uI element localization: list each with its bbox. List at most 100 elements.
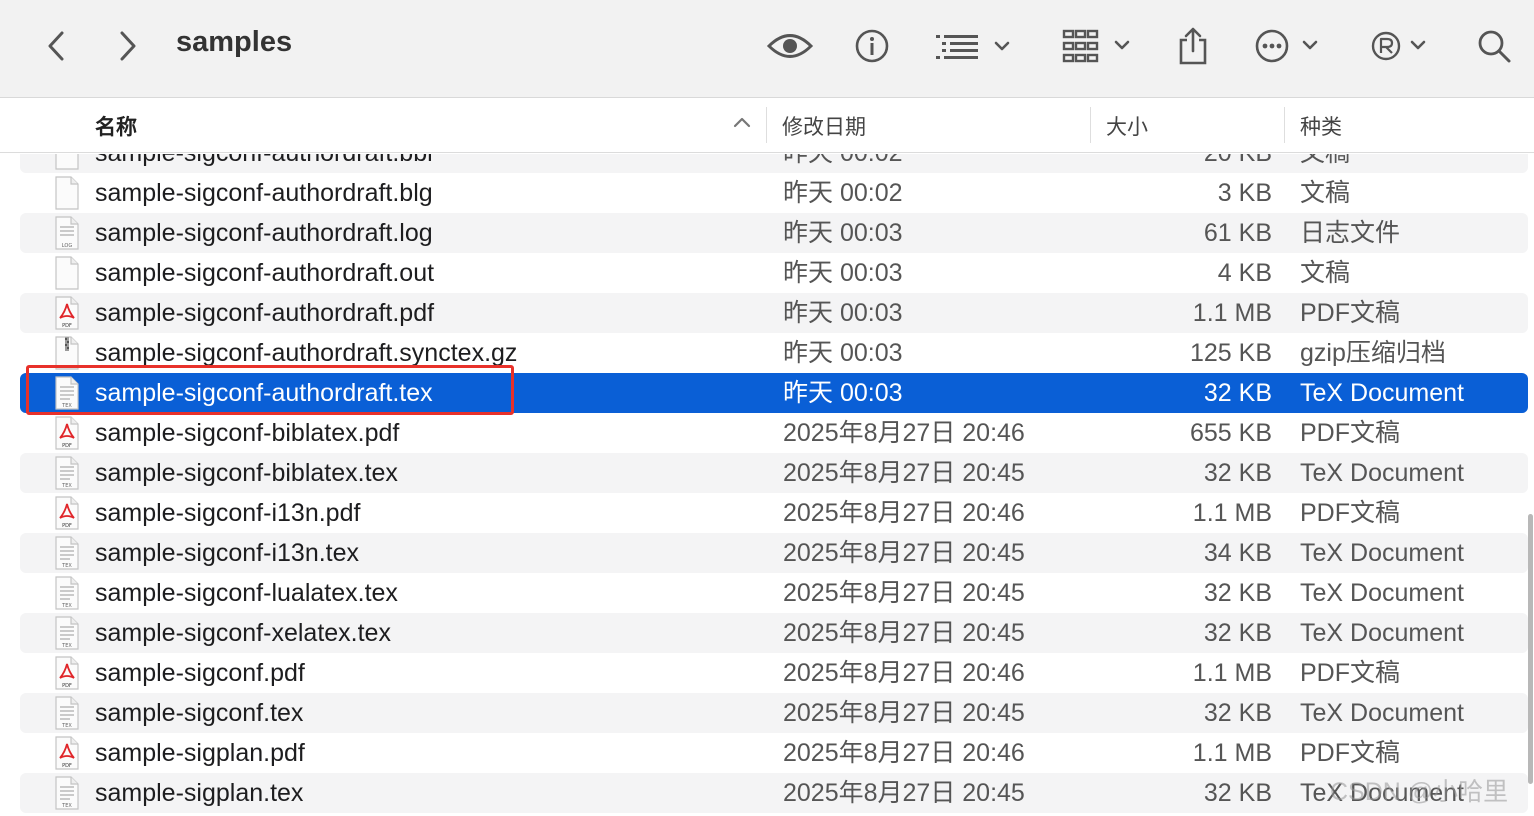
file-kind: PDF文稿 — [1300, 299, 1401, 327]
file-size: 32 KB — [1203, 619, 1272, 647]
file-row[interactable]: TEX sample-sigconf.tex 2025年8月27日 20:45 32 … — [20, 693, 1528, 733]
file-row[interactable]: TEX sample-sigconf-i13n.tex 2025年8月27日 20:… — [20, 533, 1528, 573]
svg-text:TEX: TEX — [61, 803, 72, 809]
file-size: 61 KB — [1203, 219, 1272, 247]
svg-text:LOG: LOG — [62, 243, 73, 249]
column-header-size[interactable]: 大小 — [1106, 111, 1148, 141]
pdf-file-icon: PDF — [54, 416, 80, 450]
svg-text:TEX: TEX — [61, 643, 72, 649]
back-chevron-icon[interactable] — [38, 20, 74, 72]
list-view-icon[interactable] — [934, 20, 1016, 72]
file-date: 2025年8月27日 20:45 — [783, 459, 1025, 487]
file-row[interactable]: sample-sigconf-authordraft.out 昨天 00:03 4 … — [20, 253, 1528, 293]
file-name: sample-sigconf-xelatex.tex — [95, 619, 391, 647]
file-name: sample-sigconf-authordraft.pdf — [95, 299, 435, 327]
file-row[interactable]: TEX sample-sigconf-biblatex.tex 2025年8月27日… — [20, 453, 1528, 493]
file-kind: 日志文件 — [1300, 219, 1401, 247]
svg-text:PDF: PDF — [62, 323, 72, 329]
file-name: sample-sigconf-authordraft.log — [95, 219, 433, 247]
file-name: sample-sigconf-biblatex.pdf — [95, 419, 400, 447]
column-header: 名称 修改日期 大小 种类 — [0, 99, 1534, 153]
doc-file-icon — [54, 176, 80, 210]
file-kind: gzip压缩归档 — [1300, 339, 1446, 367]
doc-file-icon — [54, 256, 80, 290]
file-name: sample-sigconf-authordraft.bbl — [95, 154, 433, 169]
file-kind: TeX Document — [1300, 619, 1464, 647]
grid-view-icon[interactable] — [1060, 20, 1136, 72]
file-name: sample-sigconf-i13n.pdf — [95, 499, 361, 527]
file-size: 32 KB — [1203, 779, 1272, 807]
file-kind: TeX Document — [1300, 779, 1464, 807]
tex-file-icon: TEX — [54, 616, 80, 650]
file-name: sample-sigplan.tex — [95, 779, 304, 807]
file-row[interactable]: sample-sigconf-authordraft.blg 昨天 00:02 3 … — [20, 173, 1528, 213]
file-date: 昨天 00:03 — [783, 299, 903, 327]
file-row[interactable]: sample-sigconf-authordraft.bbl 昨天 00:02 20… — [20, 154, 1528, 173]
file-row[interactable]: LOG sample-sigconf-authordraft.log 昨天 00:0… — [20, 213, 1528, 253]
sort-ascending-icon[interactable] — [733, 115, 751, 134]
file-date: 2025年8月27日 20:45 — [783, 619, 1025, 647]
svg-text:TEX: TEX — [61, 403, 72, 409]
file-date: 昨天 00:02 — [783, 179, 903, 207]
file-row[interactable]: sample-sigconf-authordraft.synctex.gz 昨天 … — [20, 333, 1528, 373]
tag-icon[interactable] — [1368, 20, 1434, 72]
file-size: 4 KB — [1217, 259, 1272, 287]
svg-text:PDF: PDF — [62, 523, 72, 529]
share-icon[interactable] — [1174, 20, 1212, 72]
file-size: 34 KB — [1203, 539, 1272, 567]
file-name: sample-sigconf.tex — [95, 699, 304, 727]
file-size: 32 KB — [1203, 379, 1272, 407]
file-kind: TeX Document — [1300, 459, 1464, 487]
file-row[interactable]: PDF sample-sigconf-authordraft.pdf 昨天 00:0… — [20, 293, 1528, 333]
tex-file-icon: TEX — [54, 776, 80, 810]
pdf-file-icon: PDF — [54, 296, 80, 330]
forward-chevron-icon[interactable] — [110, 20, 146, 72]
file-kind: PDF文稿 — [1300, 739, 1401, 767]
file-name: sample-sigplan.pdf — [95, 739, 305, 767]
column-header-name[interactable]: 名称 — [95, 111, 137, 141]
file-size: 1.1 MB — [1192, 499, 1272, 527]
file-kind: PDF文稿 — [1300, 659, 1401, 687]
column-header-date[interactable]: 修改日期 — [782, 111, 866, 141]
info-icon[interactable] — [852, 20, 892, 72]
svg-text:PDF: PDF — [62, 763, 72, 769]
tex-file-icon: TEX — [54, 376, 80, 410]
file-row[interactable]: TEX sample-sigplan.tex 2025年8月27日 20:45 32 … — [20, 773, 1528, 813]
search-icon[interactable] — [1474, 20, 1514, 72]
toolbar: samples — [0, 0, 1534, 98]
eye-icon[interactable] — [765, 20, 815, 72]
tex-file-icon: TEX — [54, 456, 80, 490]
file-row[interactable]: PDF sample-sigconf.pdf 2025年8月27日 20:46 1.1… — [20, 653, 1528, 693]
scrollbar-thumb[interactable] — [1528, 514, 1533, 784]
file-name: sample-sigconf-authordraft.out — [95, 259, 435, 287]
file-name: sample-sigconf-authordraft.synctex.gz — [95, 339, 518, 367]
more-icon[interactable] — [1254, 20, 1326, 72]
file-row-selected[interactable]: TEX sample-sigconf-authordraft.tex 昨天 00:0… — [20, 373, 1528, 413]
file-name: sample-sigconf-i13n.tex — [95, 539, 360, 567]
file-row[interactable]: PDF sample-sigconf-i13n.pdf 2025年8月27日 20:… — [20, 493, 1528, 533]
file-row[interactable]: PDF sample-sigconf-biblatex.pdf 2025年8月27日… — [20, 413, 1528, 453]
file-kind: TeX Document — [1300, 579, 1464, 607]
column-divider[interactable] — [1090, 107, 1091, 143]
svg-text:PDF: PDF — [62, 443, 72, 449]
column-divider[interactable] — [1284, 107, 1285, 143]
file-date: 2025年8月27日 20:45 — [783, 779, 1025, 807]
file-kind: PDF文稿 — [1300, 419, 1401, 447]
file-date: 2025年8月27日 20:46 — [783, 419, 1025, 447]
tex-file-icon: TEX — [54, 536, 80, 570]
file-list[interactable]: sample-sigconf-authordraft.bbl 昨天 00:02 20… — [0, 154, 1534, 816]
pdf-file-icon: PDF — [54, 736, 80, 770]
file-date: 昨天 00:03 — [783, 339, 903, 367]
tex-file-icon: TEX — [54, 576, 80, 610]
file-name: sample-sigconf-authordraft.tex — [95, 379, 433, 407]
file-date: 2025年8月27日 20:45 — [783, 539, 1025, 567]
tex-file-icon: TEX — [54, 696, 80, 730]
column-header-kind[interactable]: 种类 — [1300, 111, 1342, 141]
svg-text:TEX: TEX — [61, 563, 72, 569]
file-kind: 文稿 — [1300, 259, 1351, 287]
file-row[interactable]: TEX sample-sigconf-xelatex.tex 2025年8月27日 … — [20, 613, 1528, 653]
file-row[interactable]: PDF sample-sigplan.pdf 2025年8月27日 20:46 1.1… — [20, 733, 1528, 773]
column-divider[interactable] — [766, 107, 767, 143]
file-row[interactable]: TEX sample-sigconf-lualatex.tex 2025年8月27日… — [20, 573, 1528, 613]
file-kind: PDF文稿 — [1300, 499, 1401, 527]
